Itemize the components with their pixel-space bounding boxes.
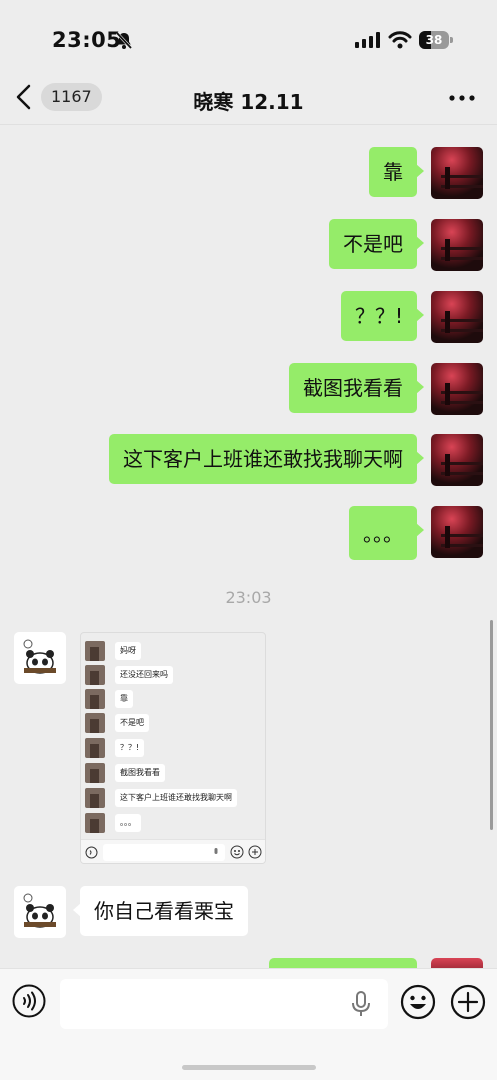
message-row-out: 不是吧	[329, 219, 483, 271]
message-row-out: 。。。	[349, 506, 483, 560]
list-item: 截图我看看	[85, 763, 165, 783]
list-item: ？？!	[85, 738, 145, 758]
avatar-partial	[431, 958, 483, 968]
panda-icon	[23, 893, 56, 928]
message-bubble-out[interactable]: 截图我看看	[289, 363, 424, 413]
message-bubble-partial	[269, 958, 417, 968]
my-avatar[interactable]	[431, 219, 483, 271]
contact-avatar[interactable]	[14, 886, 66, 938]
screenshot-message: 这下客户上班谁还敢找我聊天啊	[115, 789, 237, 807]
message-row-out: 截图我看看	[289, 363, 483, 415]
scrollbar[interactable]	[490, 620, 493, 830]
home-indicator	[182, 1065, 316, 1070]
voice-input-button[interactable]	[12, 984, 46, 1018]
sender-avatar	[85, 641, 105, 661]
screenshot-input-field	[103, 844, 225, 861]
sender-avatar	[85, 813, 105, 833]
bell-muted-icon	[115, 31, 133, 50]
chat-area[interactable]: 靠 不是吧 ？？! 截图我看看 这下客户上班谁还敢找我聊天啊 。。。 23:03…	[0, 125, 497, 968]
screenshot-message: 妈呀	[115, 642, 141, 660]
my-avatar[interactable]	[431, 363, 483, 415]
input-bar	[0, 968, 497, 1080]
list-item: 妈呀	[85, 641, 141, 661]
wifi-icon	[388, 31, 412, 49]
screenshot-message: 不是吧	[115, 714, 149, 732]
status-time: 23:05	[52, 28, 122, 52]
battery-level: 38	[425, 33, 443, 47]
panda-icon	[23, 639, 56, 674]
list-item: 。。。	[85, 813, 141, 833]
sender-avatar	[85, 738, 105, 758]
screenshot-message: ？？!	[115, 739, 145, 757]
screenshot-message: 靠	[115, 690, 133, 708]
battery-icon: 38	[419, 31, 453, 49]
screenshot-input-bar	[81, 839, 265, 863]
emoji-button[interactable]	[400, 984, 436, 1020]
sender-avatar	[85, 713, 105, 733]
list-item: 不是吧	[85, 713, 149, 733]
message-row-out: 这下客户上班谁还敢找我聊天啊	[109, 434, 483, 486]
my-avatar[interactable]	[431, 506, 483, 558]
more-functions-button[interactable]	[450, 984, 486, 1020]
sender-avatar	[85, 665, 105, 685]
mic-icon	[214, 848, 218, 854]
message-input[interactable]	[60, 979, 388, 1029]
emoji-icon	[230, 845, 244, 859]
my-avatar[interactable]	[431, 147, 483, 199]
signal-icon	[355, 32, 380, 48]
message-bubble-out[interactable]: ？？!	[340, 291, 425, 341]
message-timestamp: 23:03	[225, 588, 272, 607]
screenshot-message: 还没还回来吗	[115, 666, 173, 684]
contact-avatar[interactable]	[14, 632, 66, 684]
mic-icon[interactable]	[350, 991, 372, 1017]
message-bubble-out[interactable]: 靠	[369, 147, 424, 197]
message-row-out: ？？!	[340, 291, 483, 343]
my-avatar[interactable]	[431, 291, 483, 343]
list-item: 靠	[85, 689, 133, 709]
my-avatar[interactable]	[431, 434, 483, 486]
message-bubble-in[interactable]: 你自己看看栗宝	[73, 886, 248, 936]
status-bar: 23:05 38	[0, 0, 497, 80]
message-bubble-out[interactable]: 这下客户上班谁还敢找我聊天啊	[109, 434, 424, 484]
sender-avatar	[85, 689, 105, 709]
screenshot-message: 截图我看看	[115, 764, 165, 782]
message-bubble-out[interactable]: 不是吧	[329, 219, 424, 269]
chat-title: 晓寒 12.11	[193, 90, 304, 114]
chat-header: 1167 晓寒 12.11	[0, 70, 497, 125]
list-item: 还没还回来吗	[85, 665, 173, 685]
more-options-icon[interactable]	[446, 86, 478, 110]
plus-icon	[248, 845, 262, 859]
message-row-out: 靠	[369, 147, 483, 199]
sender-avatar	[85, 763, 105, 783]
screenshot-message: 。。。	[115, 814, 141, 832]
list-item: 这下客户上班谁还敢找我聊天啊	[85, 788, 237, 808]
voice-icon	[85, 846, 98, 859]
shared-screenshot-image[interactable]: 妈呀 还没还回来吗 靠 不是吧 ？？! 截图我看看 这下客户上班谁还敢找我聊天啊…	[80, 632, 266, 864]
message-bubble-out[interactable]: 。。。	[349, 506, 424, 560]
sender-avatar	[85, 788, 105, 808]
